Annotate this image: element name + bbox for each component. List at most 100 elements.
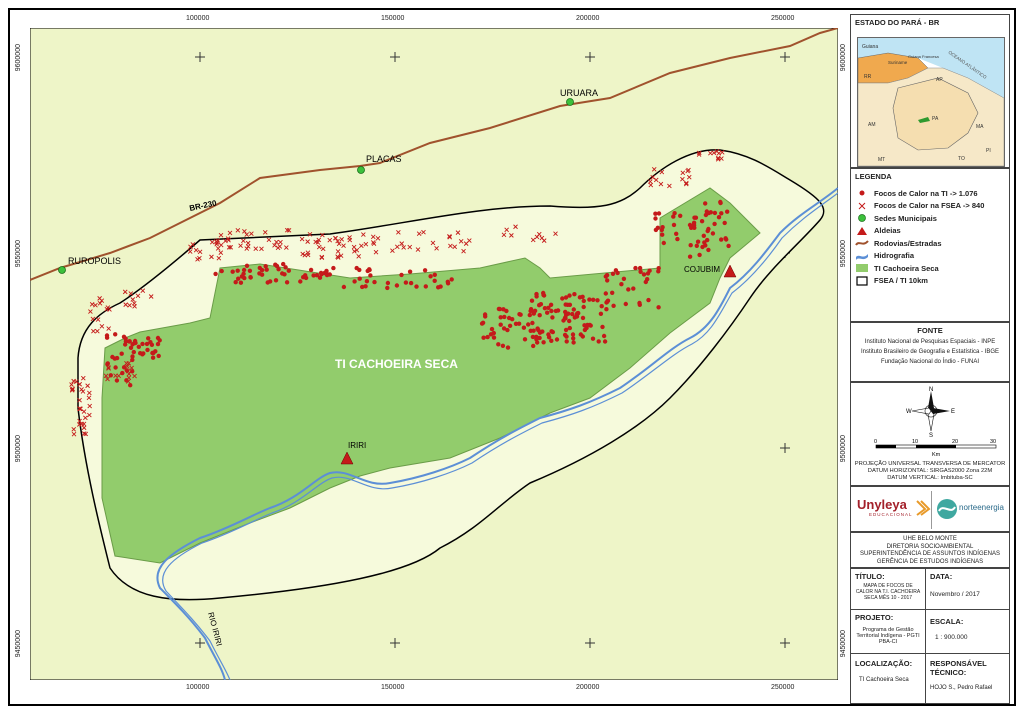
hotspot-dot	[230, 269, 235, 274]
y-tick-right: 9500000	[840, 435, 847, 463]
hotspot-dot	[549, 338, 554, 343]
hotspot-dot	[724, 237, 729, 242]
hotspot-dot	[541, 290, 546, 296]
hotspot-dot	[372, 279, 377, 285]
hotspot-dot	[581, 298, 586, 304]
hotspot-dot	[633, 265, 638, 271]
hotspot-dot	[623, 301, 628, 307]
hotspot-dot	[481, 335, 486, 340]
label-ti: TI CACHOEIRA SECA	[335, 357, 458, 371]
scale-tick: 10	[912, 439, 918, 445]
hotspot-dot	[257, 271, 262, 276]
x-tick-top: 200000	[576, 15, 600, 22]
fonte-line: Fundação Nacional do Índio - FUNAI	[880, 359, 980, 365]
hotspot-dot	[725, 209, 730, 214]
side-panel: ESTADO DO PARÁ - BR Guiana Suriname Guia…	[850, 14, 1010, 704]
unyleya-logo: Unyleya	[857, 497, 907, 512]
hotspot-dot	[308, 267, 314, 273]
hotspot-dot	[531, 343, 536, 349]
hotspot-dot	[565, 302, 570, 307]
inset-label: AP	[936, 77, 943, 83]
hotspot-dot	[564, 334, 569, 339]
hotspot-dot	[691, 222, 696, 227]
hotspot-dot	[646, 297, 651, 303]
hotspot-dot	[546, 332, 551, 337]
hotspot-dot	[567, 293, 572, 298]
data-label: DATA:	[930, 572, 953, 581]
compass-e: E	[951, 409, 955, 415]
hotspot-dot	[621, 276, 627, 281]
hotspot-dot	[604, 273, 610, 278]
hotspot-dot	[121, 334, 127, 339]
hotspot-dot	[127, 339, 132, 344]
y-tick-left: 9500000	[15, 435, 22, 463]
hotspot-dot	[541, 340, 546, 345]
hotspot-dot	[603, 291, 608, 296]
hotspot-dot	[610, 290, 615, 295]
hotspot-dot	[244, 263, 250, 268]
hotspot-dot	[675, 236, 680, 242]
river-icon	[856, 253, 868, 260]
escala-label: ESCALA:	[930, 617, 964, 626]
inset-label: MT	[878, 157, 885, 163]
hotspot-dot	[496, 342, 501, 347]
hotspot-dot	[324, 268, 329, 274]
hotspot-dot	[219, 268, 224, 274]
hotspot-dot	[124, 368, 129, 373]
hotspot-dot	[352, 279, 357, 284]
hotspot-dot	[587, 297, 592, 302]
hotspot-dot	[637, 265, 643, 271]
hotspot-dot	[286, 268, 291, 273]
hotspot-dot	[113, 332, 118, 337]
legend-item: Aldeias	[855, 225, 1005, 238]
hotspot-dot	[705, 228, 710, 234]
org-line: DIRETORIA SOCIOAMBIENTAL	[886, 543, 974, 550]
hotspot-dot	[331, 265, 336, 271]
hotspot-dot	[604, 307, 609, 312]
hotspot-dot	[526, 322, 531, 327]
hotspot-dot	[530, 334, 536, 340]
hotspot-dot	[671, 222, 677, 228]
hotspot-dot	[105, 362, 110, 367]
legend-item: Focos de Calor na TI -> 1.076	[855, 187, 1005, 200]
hotspot-dot	[273, 278, 279, 283]
inset-label: RR	[864, 74, 872, 80]
hotspot-dot	[385, 285, 390, 291]
green-fill-icon	[856, 264, 868, 273]
hotspot-dot	[241, 267, 247, 273]
inset-label: PA	[932, 116, 939, 122]
legend-title: LEGENDA	[855, 172, 892, 181]
label-uruara: URUARA	[560, 88, 598, 98]
hotspot-dot	[600, 324, 605, 330]
titulo-label: TÍTULO:	[855, 572, 885, 581]
hotspot-dot	[445, 279, 450, 284]
localizacao-value: TI Cachoeira Seca	[859, 677, 909, 683]
hotspot-dot	[449, 277, 454, 282]
outline-icon	[856, 276, 868, 286]
hotspot-dot	[485, 334, 490, 340]
projection-line: DATUM HORIZONTAL: SIRGAS2000 Zona 22M	[867, 468, 993, 474]
hotspot-dot	[567, 325, 572, 331]
hotspot-dot	[104, 333, 110, 338]
hotspot-dot	[479, 321, 485, 326]
hotspot-dot	[432, 272, 437, 277]
responsavel-label: RESPONSÁVEL TÉCNICO:	[930, 659, 987, 677]
hotspot-dot	[530, 320, 535, 326]
hotspot-dot	[653, 227, 659, 233]
hotspot-dot	[605, 278, 610, 283]
hotspot-dot	[428, 274, 433, 279]
hotspot-dot	[572, 292, 577, 297]
hotspot-dot	[580, 315, 586, 321]
hotspot-dot	[414, 284, 419, 289]
hotspot-dot	[661, 240, 666, 246]
x-tick-top: 250000	[771, 15, 795, 22]
x-tick-bottom: 250000	[771, 684, 795, 691]
hotspot-dot	[701, 233, 706, 238]
y-tick-right: 9600000	[840, 44, 847, 72]
scale-tick: 20	[952, 439, 958, 445]
hotspot-dot	[527, 312, 532, 318]
hotspot-dot	[265, 280, 270, 285]
legend-box: LEGENDA Focos de Calor na TI -> 1.076 Fo…	[850, 168, 1010, 322]
hotspot-dot	[145, 347, 150, 353]
hotspot-dot	[656, 305, 661, 310]
